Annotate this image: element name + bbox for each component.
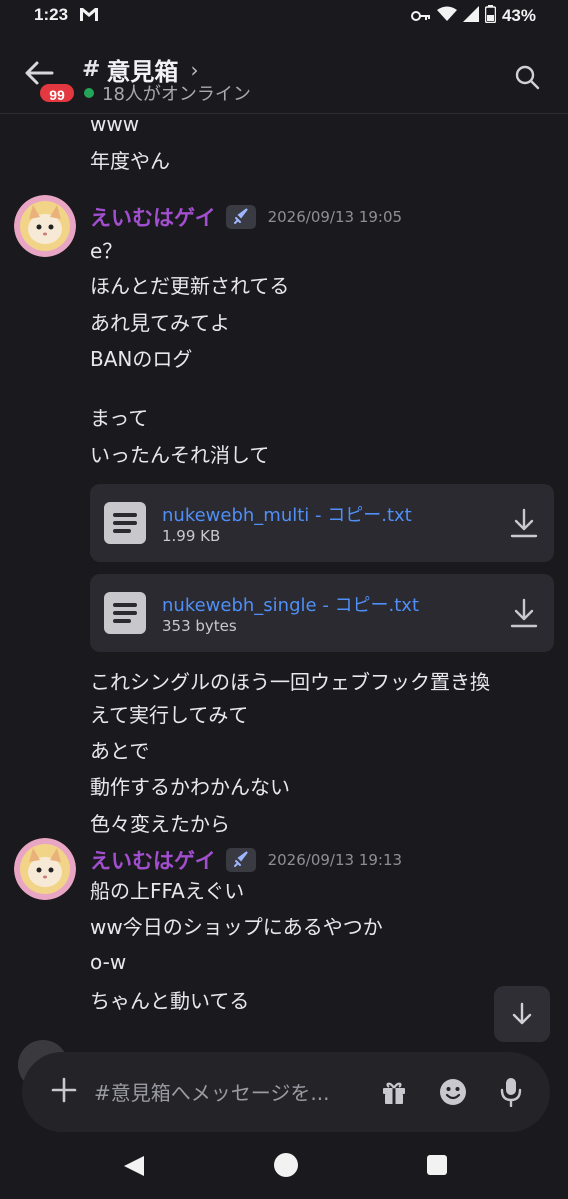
- online-dot-icon: [84, 88, 94, 98]
- file-attachment[interactable]: nukewebh_multi - コピー.txt 1.99 KB: [90, 484, 554, 562]
- status-right: 43%: [410, 5, 536, 27]
- search-icon: [515, 65, 540, 90]
- hash-icon: #: [82, 57, 101, 82]
- arrow-down-icon: [512, 1002, 532, 1025]
- online-count: 18人がオンライン: [102, 84, 251, 105]
- scroll-to-bottom-button[interactable]: [494, 986, 550, 1042]
- message-line: これシングルのほう一回ウェブフック置き換: [90, 670, 490, 694]
- message-timestamp: 2026/09/13 19:13: [267, 851, 403, 869]
- battery-icon: [484, 5, 497, 27]
- wifi-icon: [436, 6, 457, 26]
- text-file-icon: [104, 592, 146, 634]
- avatar[interactable]: [14, 195, 76, 257]
- author-name[interactable]: えいむはゲイ: [90, 202, 216, 232]
- gift-icon: [383, 1082, 405, 1104]
- status-bar: 1:23 43%: [0, 0, 568, 30]
- message-line: あれ見てみてよ: [90, 311, 230, 335]
- file-size: 353 bytes: [162, 617, 237, 635]
- message-line: BANのログ: [90, 347, 193, 371]
- message-line: 年度やん: [90, 149, 170, 173]
- file-name-link[interactable]: nukewebh_multi - コピー.txt: [162, 501, 412, 527]
- online-status: 18人がオンライン: [84, 80, 251, 106]
- message-input[interactable]: [94, 1078, 362, 1108]
- system-nav-bar: [0, 1136, 568, 1199]
- message-timestamp: 2026/09/13 19:05: [267, 208, 403, 226]
- message-header: えいむはゲイ 2026/09/13 19:13: [90, 845, 402, 875]
- signal-icon: [462, 6, 479, 26]
- message-line: いったんそれ消して: [90, 443, 270, 467]
- message-line: 船の上FFAえぐい: [90, 879, 245, 903]
- sword-role-icon: [225, 205, 256, 229]
- file-attachment[interactable]: nukewebh_single - コピー.txt 353 bytes: [90, 574, 554, 652]
- download-button[interactable]: [510, 508, 538, 538]
- download-icon: [510, 508, 538, 538]
- battery-percent: 43%: [501, 6, 536, 25]
- smiley-icon: [440, 1079, 466, 1105]
- nav-recents-button[interactable]: [427, 1155, 447, 1175]
- download-icon: [510, 598, 538, 628]
- gmail-icon: [79, 7, 99, 26]
- voice-message-button[interactable]: [500, 1077, 522, 1108]
- emoji-button[interactable]: [438, 1077, 468, 1107]
- message-line: e？: [90, 239, 123, 263]
- message-line: ちゃんと動いてる: [90, 989, 250, 1013]
- nav-back-button[interactable]: [122, 1154, 146, 1182]
- channel-header: 99 # 意見箱 › 18人がオンライン: [0, 30, 568, 114]
- message-composer: [22, 1052, 550, 1132]
- avatar[interactable]: [14, 838, 76, 900]
- file-size: 1.99 KB: [162, 527, 221, 545]
- message-line: まって: [90, 406, 149, 430]
- text-file-icon: [104, 502, 146, 544]
- microphone-icon: [500, 1078, 522, 1108]
- add-attachment-button[interactable]: [50, 1076, 78, 1104]
- message-line: o-w: [90, 950, 127, 974]
- gift-button[interactable]: [380, 1078, 408, 1106]
- triangle-back-icon: [124, 1156, 144, 1176]
- key-icon: [410, 7, 431, 26]
- search-button[interactable]: [514, 64, 540, 90]
- message-line: えて実行してみて: [90, 703, 249, 727]
- download-button[interactable]: [510, 598, 538, 628]
- nav-home-button[interactable]: [274, 1153, 298, 1177]
- message-line: 動作するかわかんない: [90, 775, 290, 799]
- sword-role-icon: [225, 848, 256, 872]
- message-line: ほんとだ更新されてる: [90, 274, 290, 298]
- message-line: ww今日のショップにあるやつか: [90, 915, 383, 939]
- unread-badge: 99: [38, 82, 76, 104]
- message-line: 色々変えたから: [90, 812, 230, 836]
- status-time: 1:23: [34, 5, 69, 24]
- chevron-right-icon: ›: [190, 57, 199, 82]
- file-name-link[interactable]: nukewebh_single - コピー.txt: [162, 591, 419, 617]
- message-line: あとで: [90, 739, 150, 763]
- message-line: www: [90, 112, 140, 136]
- plus-icon: [51, 1077, 77, 1103]
- message-header: えいむはゲイ 2026/09/13 19:05: [90, 202, 402, 232]
- author-name[interactable]: えいむはゲイ: [90, 845, 216, 875]
